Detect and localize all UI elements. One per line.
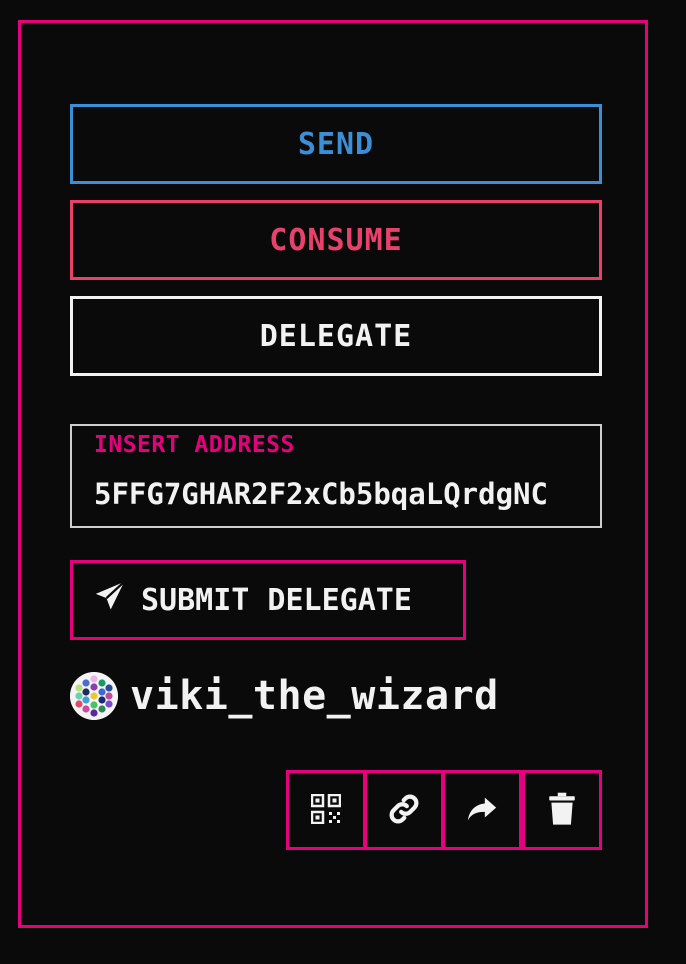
submit-delegate-button[interactable]: SUBMIT DELEGATE [70,560,466,640]
address-field: INSERT ADDRESS [70,424,602,528]
copy-link-button[interactable] [364,770,444,850]
submit-delegate-label: SUBMIT DELEGATE [141,582,412,618]
delegate-button[interactable]: DELEGATE [70,296,602,376]
address-input[interactable] [94,472,578,516]
consume-button[interactable]: CONSUME [70,200,602,280]
identicon-avatar [70,672,118,720]
trash-icon [547,792,577,829]
paper-plane-icon [93,579,141,621]
delete-button[interactable] [522,770,602,850]
address-label: INSERT ADDRESS [94,432,295,458]
send-button[interactable]: SEND [70,104,602,184]
share-button[interactable] [442,770,522,850]
account-identity: viki_the_wizard [70,670,499,722]
username: viki_the_wizard [130,673,499,719]
share-icon [465,792,499,829]
qr-code-icon [310,793,342,827]
link-icon [387,792,421,829]
qr-code-button[interactable] [286,770,366,850]
